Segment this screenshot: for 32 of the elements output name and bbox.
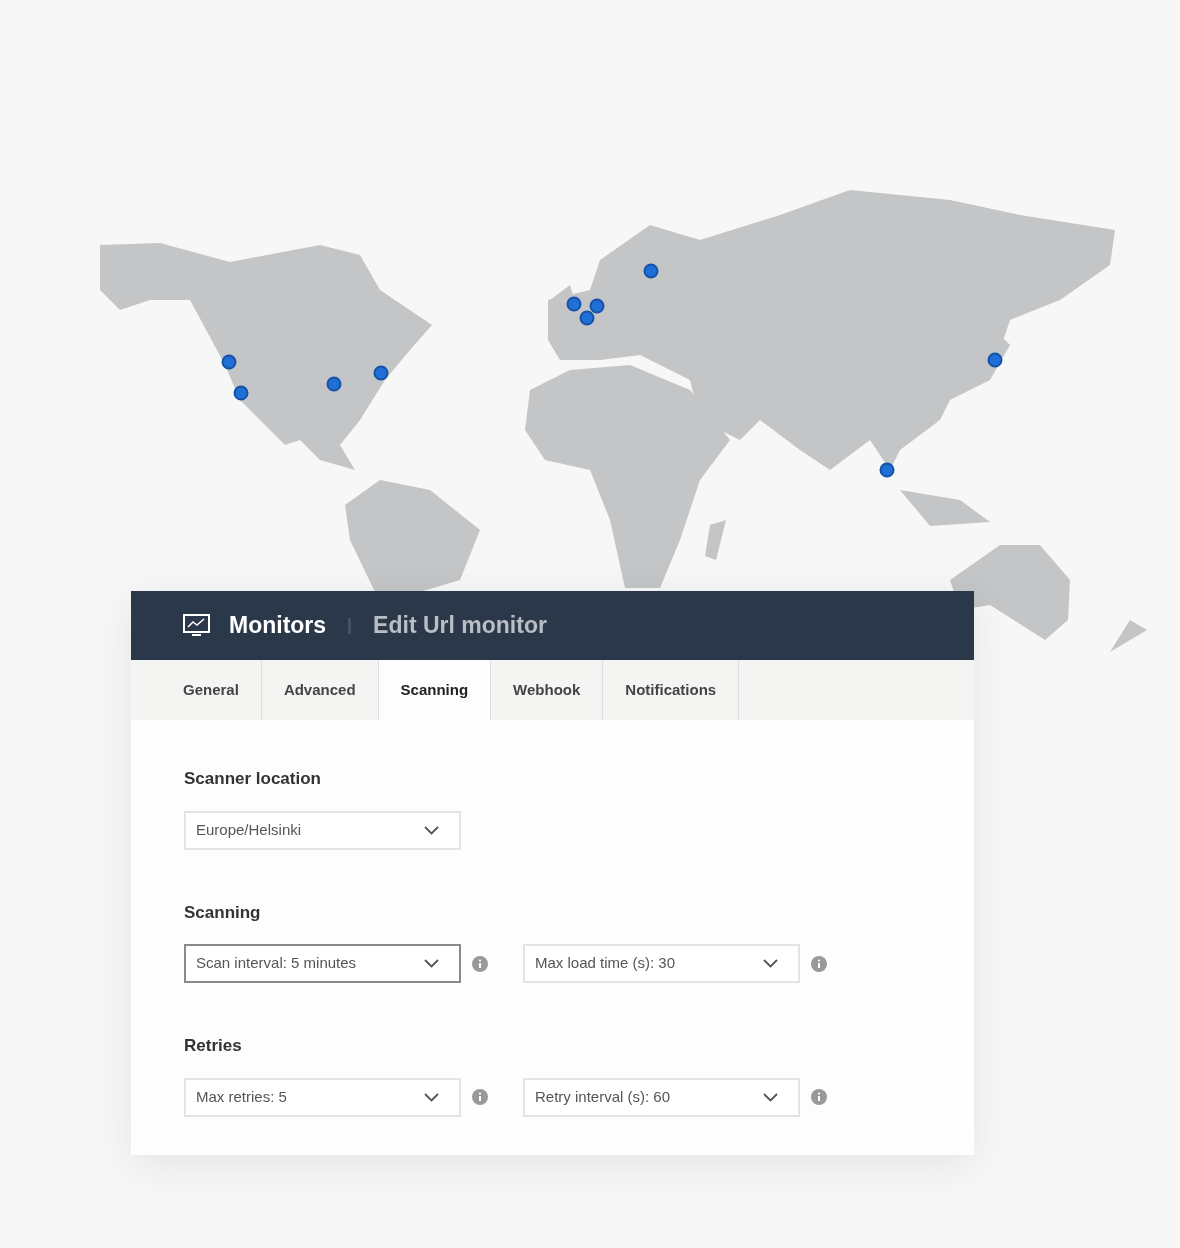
location-pin	[221, 354, 237, 370]
chevron-down-icon	[424, 1092, 439, 1102]
location-pin	[589, 298, 605, 314]
chevron-down-icon	[424, 825, 439, 835]
dropdown[interactable]: Max load time (s): 30	[523, 944, 800, 983]
dropdown[interactable]: Europe/Helsinki	[184, 810, 461, 850]
location-pin	[987, 352, 1003, 368]
info-icon[interactable]	[811, 955, 827, 972]
landmass	[1110, 620, 1147, 652]
location-pin	[233, 385, 249, 401]
info-icon[interactable]	[811, 1089, 827, 1105]
info-icon[interactable]	[472, 955, 488, 972]
info-icon[interactable]	[472, 1089, 488, 1105]
section-label: Scanner location	[184, 768, 322, 790]
location-pin	[326, 376, 342, 392]
monitor-chart-icon	[183, 613, 210, 638]
dropdown[interactable]: Scan interval: 5 minutes	[184, 944, 461, 983]
dropdown[interactable]: Max retries: 5	[184, 1077, 461, 1117]
location-pin	[566, 296, 582, 312]
tab[interactable]: Scanning	[378, 660, 492, 720]
chevron-down-icon	[763, 959, 778, 968]
location-pin	[879, 462, 895, 478]
chevron-down-icon	[763, 1092, 778, 1102]
page-title: Edit Url monitor	[373, 611, 547, 641]
location-pin	[643, 263, 659, 279]
section-title: Monitors	[229, 611, 327, 641]
dropdown[interactable]: Retry interval (s): 60	[523, 1077, 800, 1117]
location-pin	[579, 310, 595, 326]
chevron-down-icon	[424, 959, 439, 968]
location-pin	[373, 365, 389, 381]
section-label: Scanning	[184, 901, 262, 924]
section-label: Retries	[184, 1035, 243, 1057]
